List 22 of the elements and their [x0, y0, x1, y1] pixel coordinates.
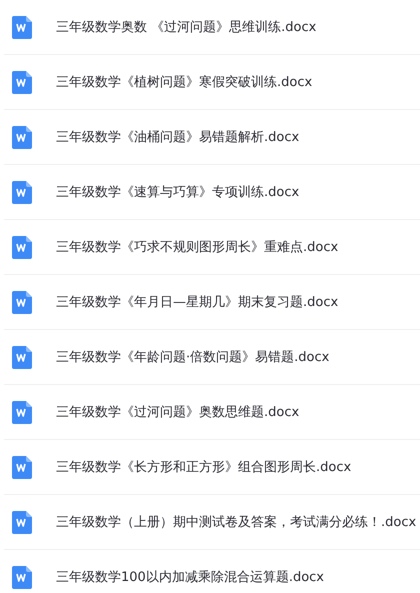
- word-document-icon: [12, 126, 32, 148]
- file-name[interactable]: 三年级数学《年月日—星期几》期末复习题.docx: [56, 293, 338, 311]
- file-name[interactable]: 三年级数学奥数 《过河问题》思维训练.docx: [56, 18, 316, 36]
- file-name[interactable]: 三年级数学《速算与巧算》专项训练.docx: [56, 183, 300, 201]
- word-document-icon: [12, 566, 32, 588]
- word-document-icon: [12, 236, 32, 258]
- word-document-icon: [12, 456, 32, 478]
- file-name[interactable]: 三年级数学《长方形和正方形》组合图形周长.docx: [56, 458, 352, 476]
- word-document-icon: [12, 290, 32, 314]
- file-name[interactable]: 三年级数学《年龄问题·倍数问题》易错题.docx: [56, 348, 330, 366]
- file-name[interactable]: 三年级数学《过河问题》奥数思维题.docx: [56, 403, 300, 421]
- word-document-icon: [12, 70, 32, 94]
- word-document-icon: [12, 16, 32, 38]
- file-name[interactable]: 三年级数学100以内加减乘除混合运算题.docx: [56, 568, 324, 586]
- file-name[interactable]: 三年级数学《油桶问题》易错题解析.docx: [56, 128, 300, 146]
- file-name[interactable]: 三年级数学（上册）期中测试卷及答案，考试满分必练！.docx: [56, 513, 416, 531]
- file-name[interactable]: 三年级数学《巧求不规则图形周长》重难点.docx: [56, 238, 338, 256]
- word-document-icon: [12, 400, 32, 424]
- file-name[interactable]: 三年级数学《植树问题》寒假突破训练.docx: [56, 73, 312, 91]
- word-document-icon: [12, 346, 32, 368]
- word-document-icon: [12, 180, 32, 204]
- word-document-icon: [12, 510, 32, 534]
